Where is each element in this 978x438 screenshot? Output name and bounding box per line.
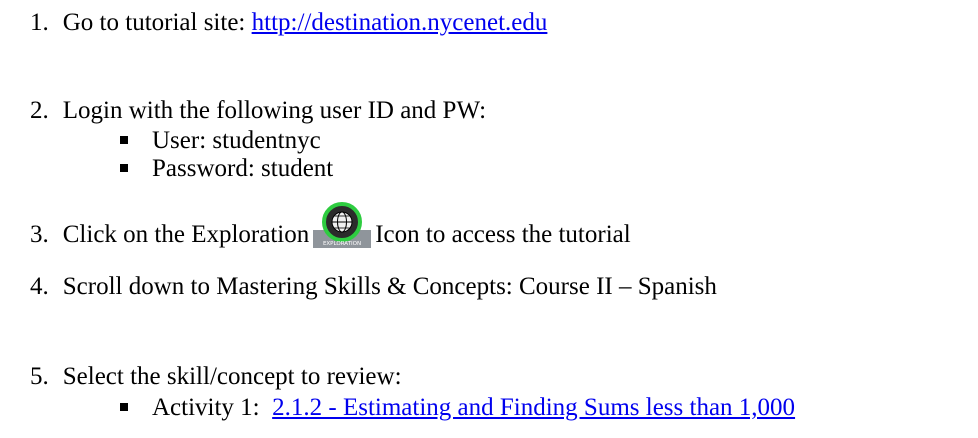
bullet-icon xyxy=(120,136,128,145)
step-text-after: Icon to access the tutorial xyxy=(375,221,631,248)
step-number: 4. xyxy=(30,273,49,300)
step-4: 4. Scroll down to Mastering Skills & Conc… xyxy=(30,272,717,302)
step-text: Login with the following user ID and PW: xyxy=(62,97,487,124)
activity-link[interactable]: 2.1.2 - Estimating and Finding Sums less… xyxy=(272,394,795,421)
bullet-password: Password: student xyxy=(120,155,333,183)
bullet-icon xyxy=(120,164,128,173)
step-text: Go to tutorial site: xyxy=(62,9,252,36)
tutorial-site-link[interactable]: http://destination.nycenet.edu xyxy=(252,9,548,36)
bullet-text: Password: student xyxy=(152,155,334,182)
bullet-user: User: studentnyc xyxy=(120,127,321,155)
step-number: 1. xyxy=(30,9,49,36)
bullet-activity: Activity 1: 2.1.2 - Estimating and Findi… xyxy=(120,394,795,422)
icon-label: EXPLORATION xyxy=(323,241,361,247)
bullet-text: User: studentnyc xyxy=(152,127,321,154)
step-number: 3. xyxy=(30,221,49,248)
bullet-icon xyxy=(120,403,128,412)
step-text-before: Click on the Exploration xyxy=(62,221,310,248)
step-number: 5. xyxy=(30,363,49,390)
step-number: 2. xyxy=(30,97,49,124)
step-5: 5. Select the skill/concept to review: xyxy=(30,362,402,392)
globe-icon[interactable]: EXPLORATION xyxy=(313,202,372,252)
step-text: Scroll down to Mastering Skills & Concep… xyxy=(62,273,717,300)
step-2: 2. Login with the following user ID and P… xyxy=(30,96,486,126)
step-1: 1. Go to tutorial site: http://destinatio… xyxy=(30,8,547,38)
step-3: 3. Click on the Exploration EXPLORATION I… xyxy=(30,202,631,248)
step-text: Select the skill/concept to review: xyxy=(62,363,402,390)
bullet-prefix: Activity 1: xyxy=(152,394,260,421)
